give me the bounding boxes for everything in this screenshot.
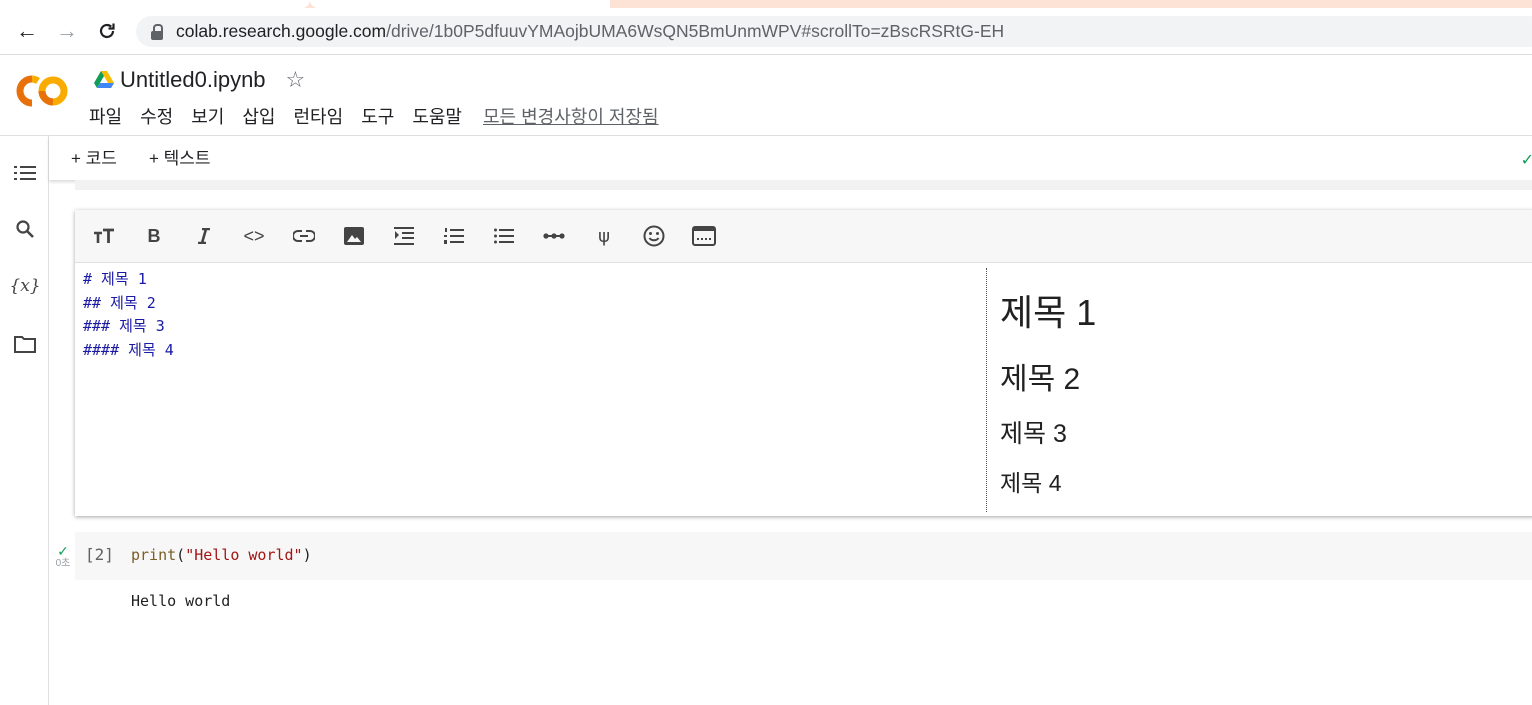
source-line[interactable]: # 제목 1	[83, 268, 983, 292]
left-sidebar: {x}	[0, 136, 49, 705]
code-function: print	[131, 546, 177, 564]
code-paren: (	[176, 546, 186, 564]
horizontal-rule-icon[interactable]	[539, 222, 569, 250]
menu-view[interactable]: 보기	[190, 103, 232, 129]
previous-cell-edge	[75, 180, 1532, 190]
preview-heading-2: 제목 2	[1000, 363, 1081, 396]
code-editor[interactable]: print("Hello world")	[131, 546, 312, 564]
notebook-title[interactable]: Untitled0.ipynb	[120, 67, 266, 93]
editor-preview-divider	[986, 268, 987, 512]
back-arrow-icon[interactable]: ←	[12, 16, 42, 46]
link-icon[interactable]	[289, 222, 319, 250]
notebook-toolbar: + 코드 + 텍스트 ✓	[49, 136, 1532, 180]
italic-icon[interactable]	[189, 222, 219, 250]
lock-icon[interactable]	[150, 23, 164, 40]
menu-help[interactable]: 도움말	[411, 103, 470, 129]
code-cell[interactable]: [2] print("Hello world")	[75, 532, 1532, 580]
markdown-source-editor[interactable]: # 제목 1 ## 제목 2 ### 제목 3 #### 제목 4	[83, 268, 983, 508]
source-line[interactable]: ### 제목 3	[83, 315, 983, 339]
forward-arrow-icon[interactable]: →	[52, 16, 82, 46]
preview-heading-4: 제목 4	[1000, 470, 1062, 496]
folder-icon[interactable]	[12, 331, 38, 357]
star-icon[interactable]: ☆	[286, 67, 306, 93]
search-icon[interactable]	[12, 216, 38, 242]
preview-heading-3: 제목 3	[1000, 420, 1067, 448]
menu-runtime[interactable]: 런타임	[293, 103, 352, 129]
table-icon[interactable]	[689, 222, 719, 250]
menu-tools[interactable]: 도구	[360, 103, 402, 129]
browser-tab[interactable]	[0, 0, 310, 8]
markdown-text-cell[interactable]: B <> ψ # 제목 1 ## 제목 2 ### 제목 3 #### 제목 4…	[75, 210, 1532, 516]
execution-count[interactable]: [2]	[85, 545, 114, 564]
browser-tab[interactable]	[310, 0, 610, 8]
bold-icon[interactable]: B	[139, 222, 169, 250]
table-of-contents-icon[interactable]	[12, 160, 38, 186]
success-check-icon: ✓	[57, 543, 69, 559]
code-icon[interactable]: <>	[239, 222, 269, 250]
save-status-link[interactable]: 모든 변경사항이 저장됨	[483, 103, 659, 129]
code-paren: )	[302, 546, 312, 564]
numbered-list-icon[interactable]	[439, 222, 469, 250]
url-path: /drive/1b0P5dfuuvYMAojbUMA6WsQN5BmUnmWPV…	[386, 21, 1005, 41]
preview-heading-1: 제목 1	[1000, 292, 1097, 333]
cell-execution-status[interactable]: ✓ 0초	[52, 544, 74, 570]
menu-insert[interactable]: 삽입	[241, 103, 283, 129]
google-drive-icon[interactable]	[94, 71, 114, 89]
url-host: colab.research.google.com	[176, 21, 387, 41]
latex-psi-icon[interactable]: ψ	[589, 222, 619, 250]
source-line[interactable]: #### 제목 4	[83, 339, 983, 363]
heading-icon[interactable]	[89, 222, 119, 250]
markdown-formatting-toolbar: B <> ψ	[75, 210, 1532, 263]
add-code-button[interactable]: + 코드	[71, 144, 117, 169]
url-text[interactable]: colab.research.google.com/drive/1b0P5dfu…	[176, 21, 1004, 42]
source-line[interactable]: ## 제목 2	[83, 292, 983, 316]
code-string: "Hello world"	[185, 546, 303, 564]
menu-bar: 파일 수정 보기 삽입 런타임 도구 도움말 모든 변경사항이 저장됨	[88, 103, 659, 129]
indent-icon[interactable]	[389, 222, 419, 250]
execution-time: 0초	[55, 558, 71, 569]
connected-check-icon: ✓	[1520, 152, 1532, 169]
colab-header: Untitled0.ipynb ☆ 파일 수정 보기 삽입 런타임 도구 도움말…	[0, 55, 1532, 136]
emoji-icon[interactable]	[639, 222, 669, 250]
colab-logo[interactable]	[16, 73, 72, 109]
menu-file[interactable]: 파일	[88, 103, 130, 129]
browser-tab-strip	[0, 0, 1532, 8]
cell-output: Hello world	[131, 592, 231, 610]
add-text-button[interactable]: + 텍스트	[149, 144, 211, 169]
variables-icon[interactable]: {x}	[9, 273, 40, 299]
browser-toolbar: ← → colab.research.google.com/drive/1b0P…	[0, 8, 1532, 55]
reload-icon[interactable]	[92, 16, 122, 46]
bulleted-list-icon[interactable]	[489, 222, 519, 250]
menu-edit[interactable]: 수정	[139, 103, 181, 129]
address-bar[interactable]: colab.research.google.com/drive/1b0P5dfu…	[136, 16, 1532, 47]
image-icon[interactable]	[339, 222, 369, 250]
